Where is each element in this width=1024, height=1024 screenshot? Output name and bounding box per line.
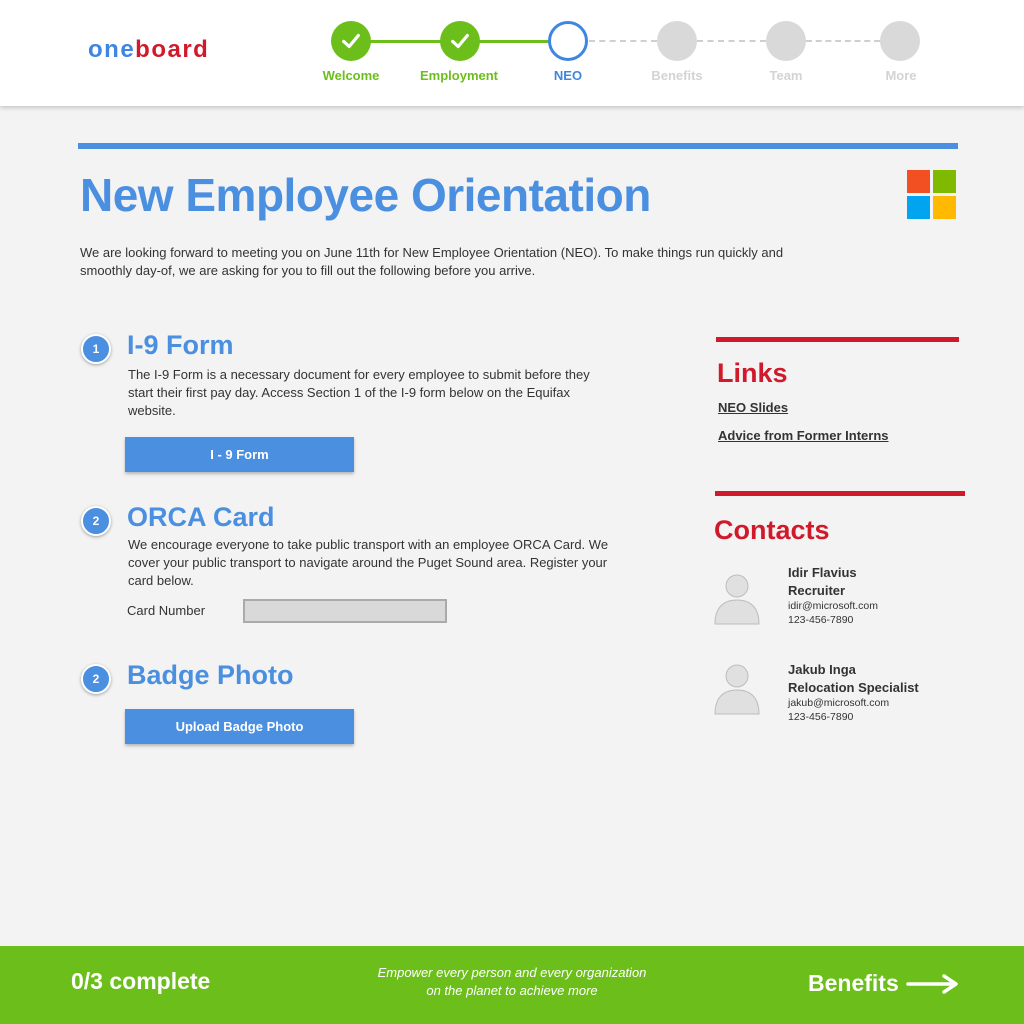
contact-role: Relocation Specialist	[788, 680, 919, 695]
intro-text: We are looking forward to meeting you on…	[80, 244, 800, 280]
title-divider	[78, 143, 958, 149]
i9-form-button[interactable]: I - 9 Form	[125, 437, 354, 472]
section-title-orca: ORCA Card	[127, 502, 275, 532]
link-advice-former-interns[interactable]: Advice from Former Interns	[718, 428, 889, 443]
section-text-i9: The I-9 Form is a necessary document for…	[128, 367, 590, 418]
contact-name: Jakub Inga	[788, 662, 856, 677]
step-team[interactable]	[766, 21, 806, 61]
intro-line-1: We are looking forward to meeting you on…	[80, 245, 784, 260]
avatar-icon	[714, 664, 760, 715]
section-title-badge-photo: Badge Photo	[127, 660, 294, 690]
contact-email[interactable]: jakub@microsoft.com	[788, 696, 889, 710]
step-label-employment[interactable]: Employment	[404, 68, 514, 83]
contacts-title: Contacts	[714, 515, 830, 545]
section-text-orca: We encourage everyone to take public tra…	[128, 537, 609, 588]
card-number-input[interactable]	[243, 599, 447, 623]
section-number-badge: 1	[81, 334, 111, 364]
step-welcome[interactable]	[331, 21, 371, 61]
step-connector-employment-neo	[479, 40, 549, 43]
link-neo-slides[interactable]: NEO Slides	[718, 400, 788, 415]
contact-email[interactable]: idir@microsoft.com	[788, 599, 878, 613]
intro-line-2: smoothly day-of, we are asking for you t…	[80, 263, 536, 278]
step-employment[interactable]	[440, 21, 480, 61]
contact-phone: 123-456-7890	[788, 711, 854, 723]
step-connector-benefits-team	[697, 40, 766, 42]
progress-status: 0/3 complete	[71, 968, 211, 994]
logo-part-board: board	[135, 36, 210, 63]
card-number-label: Card Number	[127, 603, 206, 618]
upload-badge-photo-button[interactable]: Upload Badge Photo	[125, 709, 354, 744]
next-step-button[interactable]: Benefits	[808, 970, 899, 997]
top-header: oneboard Welcome Employment NEO Benefits…	[0, 0, 1024, 106]
step-label-neo[interactable]: NEO	[513, 68, 623, 83]
step-label-more[interactable]: More	[846, 68, 956, 83]
links-divider	[716, 337, 959, 342]
contact-phone: 123-456-7890	[788, 614, 854, 626]
logo-part-one: one	[88, 36, 136, 63]
links-title: Links	[717, 358, 788, 388]
mission-tagline: Empower every person and every organizat…	[362, 964, 662, 1000]
step-benefits[interactable]	[657, 21, 697, 61]
page-title: New Employee Orientation	[80, 169, 651, 221]
tagline-line-1: Empower every person and every organizat…	[377, 965, 647, 980]
oneboard-logo[interactable]: oneboard	[88, 36, 209, 64]
step-more[interactable]	[880, 21, 920, 61]
microsoft-logo	[907, 170, 956, 219]
contact-name: Idir Flavius	[788, 565, 857, 580]
footer-bar: 0/3 complete Empower every person and ev…	[0, 946, 1024, 1024]
step-label-benefits[interactable]: Benefits	[622, 68, 732, 83]
tagline-line-2: on the planet to achieve more	[426, 983, 598, 998]
step-label-welcome[interactable]: Welcome	[296, 68, 406, 83]
contacts-divider	[715, 491, 965, 496]
checkmark-icon	[342, 33, 360, 49]
section-number-badge: 2	[81, 506, 111, 536]
step-connector-welcome-employment	[370, 40, 442, 43]
section-title-i9: I-9 Form	[127, 330, 234, 360]
checkmark-icon	[451, 33, 469, 49]
arrow-right-icon[interactable]	[906, 974, 960, 994]
avatar-icon	[714, 574, 760, 625]
step-neo[interactable]	[548, 21, 588, 61]
section-number-badge: 2	[81, 664, 111, 694]
step-label-team[interactable]: Team	[731, 68, 841, 83]
step-connector-neo-benefits	[589, 40, 657, 42]
step-connector-team-more	[806, 40, 880, 42]
contact-role: Recruiter	[788, 583, 846, 598]
